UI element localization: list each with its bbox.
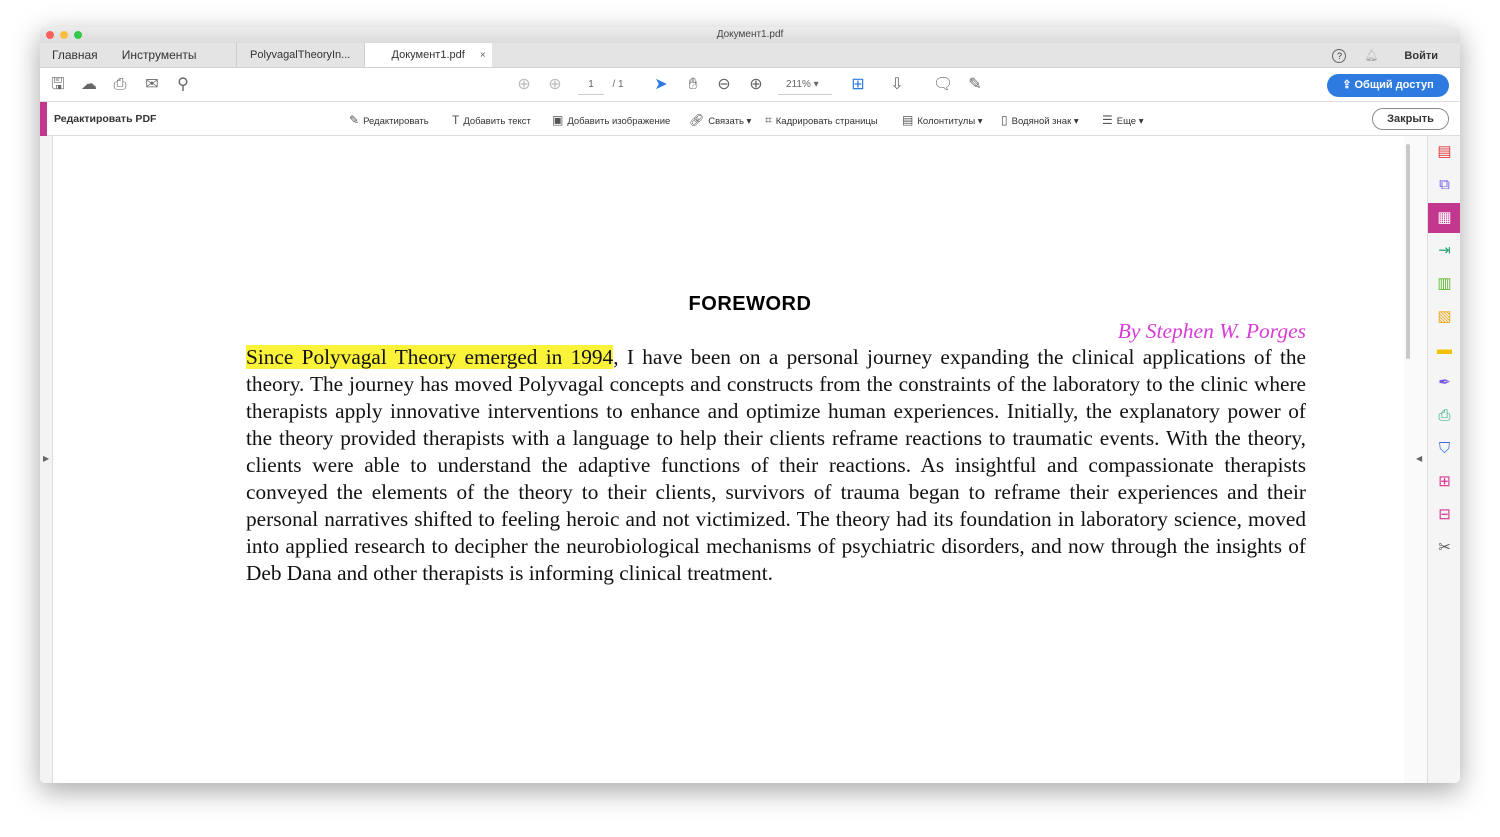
label: Связать <box>708 116 744 127</box>
export-pdf-icon[interactable]: ⇥ <box>1428 236 1460 266</box>
header-footer-button[interactable]: ▤ Колонтитулы ▾ <box>902 113 983 127</box>
window-title: Документ1.pdf <box>716 29 784 40</box>
tab-tools[interactable]: Инструменты <box>110 43 236 67</box>
fit-page-icon[interactable]: ⊞ <box>848 76 868 94</box>
select-cursor-icon[interactable]: ➤ <box>651 76 671 94</box>
label: Кадрировать страницы <box>775 116 878 127</box>
zoom-select[interactable]: 211% ▾ <box>778 76 832 95</box>
page-number-input[interactable]: 1 <box>578 76 604 95</box>
link-icon: 🔗︎ <box>689 113 705 127</box>
zoom-out-icon[interactable]: ⊖ <box>714 76 734 94</box>
left-panel-toggle[interactable]: ▶ <box>40 136 53 783</box>
fill-sign-icon[interactable]: ✒ <box>1428 368 1460 398</box>
watermark-button[interactable]: ▯ Водяной знак ▾ <box>1001 113 1079 127</box>
zoom-in-icon[interactable]: ⊕ <box>746 76 766 94</box>
crop-pages-button[interactable]: ⌗ Кадрировать страницы <box>765 113 878 128</box>
print-production-icon[interactable]: ⎙ <box>1428 401 1460 431</box>
highlighted-text[interactable]: Since Polyvagal Theory emerged in 1994 <box>246 345 614 369</box>
combine-files-icon[interactable]: ⧉ <box>1428 170 1460 200</box>
edit-pdf-title: Редактировать PDF <box>54 113 157 125</box>
save-icon[interactable]: 🖫 <box>48 76 68 94</box>
label: Водяной знак <box>1011 116 1072 127</box>
label: Колонтитулы <box>917 116 976 127</box>
accent-strip <box>40 102 47 136</box>
signin-button[interactable]: Войти <box>1404 50 1438 62</box>
tab-bar: Главная Инструменты PolyvagalTheoryIn...… <box>40 43 1460 68</box>
share-button[interactable]: ⇪ Общий доступ <box>1327 74 1449 97</box>
email-icon[interactable]: ✉ <box>142 76 162 94</box>
label: Добавить текст <box>463 116 531 127</box>
bell-icon[interactable]: 🔔︎ <box>1364 49 1378 62</box>
comment-icon[interactable]: 🗨︎ <box>933 76 953 94</box>
upload-cloud-icon[interactable]: ☁ <box>79 76 99 94</box>
label: Еще <box>1116 116 1137 127</box>
watermark-icon: ▯ <box>1001 113 1008 127</box>
edit-icon: ✎ <box>349 113 360 127</box>
label: Добавить изображение <box>567 116 671 127</box>
more-tools-icon[interactable]: ✂ <box>1428 533 1460 563</box>
tab-label: PolyvagalTheoryIn... <box>250 49 351 61</box>
protect-icon[interactable]: ⛉ <box>1428 434 1460 464</box>
hand-tool-icon[interactable]: ✋︎ <box>683 76 703 94</box>
image-icon: ▣ <box>552 113 564 127</box>
main-toolbar: 🖫 ☁ ⎙ ✉ ⚲ ⊕ ⊕ 1 / 1 ➤ ✋︎ ⊖ ⊕ 211% ▾ ⊞ ⇩ … <box>40 68 1460 102</box>
title-bar: Документ1.pdf <box>40 27 1460 43</box>
header-footer-icon: ▤ <box>902 113 914 127</box>
tab-home[interactable]: Главная <box>40 43 110 67</box>
link-button[interactable]: 🔗︎ Связать ▾ <box>689 113 751 127</box>
edit-pdf-bar: Редактировать PDF ✎ Редактировать T Добави… <box>40 102 1460 136</box>
close-edit-button[interactable]: Закрыть <box>1372 108 1449 130</box>
body-text: , I have been on a personal journey expa… <box>246 345 1306 585</box>
text-icon: T <box>452 113 460 127</box>
page-down-icon[interactable]: ⊕ <box>545 76 565 94</box>
tab-document-polyvagal[interactable]: PolyvagalTheoryIn... <box>235 43 364 67</box>
maximize-window-button[interactable] <box>74 31 82 39</box>
crop-icon: ⌗ <box>765 113 772 127</box>
zoom-value: 211% <box>786 79 811 90</box>
document-body: Since Polyvagal Theory emerged in 1994, … <box>246 344 1306 587</box>
label: Редактировать <box>363 116 429 127</box>
redact-icon[interactable]: ⊟ <box>1428 500 1460 530</box>
add-image-button[interactable]: ▣ Добавить изображение <box>552 113 670 127</box>
scrollbar-thumb[interactable] <box>1406 144 1410 359</box>
comment-tool-icon[interactable]: ▬ <box>1428 335 1460 365</box>
search-icon[interactable]: ⚲ <box>173 76 193 94</box>
page-up-icon[interactable]: ⊕ <box>514 76 534 94</box>
close-tab-icon[interactable]: × <box>480 43 486 68</box>
close-window-button[interactable] <box>46 31 54 39</box>
scroll-mode-icon[interactable]: ⇩ <box>887 76 907 94</box>
expand-arrow-icon: ▶ <box>43 454 50 463</box>
edit-pdf-icon[interactable]: ▦ <box>1428 203 1460 233</box>
minimize-window-button[interactable] <box>60 31 68 39</box>
add-text-button[interactable]: T Добавить текст <box>452 113 531 127</box>
page-total: / 1 <box>612 79 624 90</box>
pen-icon[interactable]: ✎ <box>965 76 985 94</box>
tab-document-1[interactable]: Документ1.pdf × <box>363 43 492 68</box>
edit-button[interactable]: ✎ Редактировать <box>349 113 429 127</box>
tools-panel: ▤ ⧉ ▦ ⇥ ▥ ▧ ▬ ✒ ⎙ ⛉ ⊞ ⊟ ✂ <box>1427 136 1460 783</box>
tab-label: Документ1.pdf <box>391 49 465 61</box>
print-icon[interactable]: ⎙ <box>110 76 130 94</box>
help-icon[interactable]: ? <box>1332 48 1347 63</box>
create-pdf-icon[interactable]: ▤ <box>1428 137 1460 167</box>
more-button[interactable]: ☰ Еще ▾ <box>1102 113 1144 127</box>
list-icon: ☰ <box>1102 113 1113 127</box>
optimize-pdf-icon[interactable]: ⊞ <box>1428 467 1460 497</box>
share-label: Общий доступ <box>1354 79 1434 91</box>
document-byline: By Stephen W. Porges <box>1117 319 1306 343</box>
collapse-arrow-icon[interactable]: ◀ <box>1416 454 1422 463</box>
document-title: FOREWORD <box>688 293 812 315</box>
